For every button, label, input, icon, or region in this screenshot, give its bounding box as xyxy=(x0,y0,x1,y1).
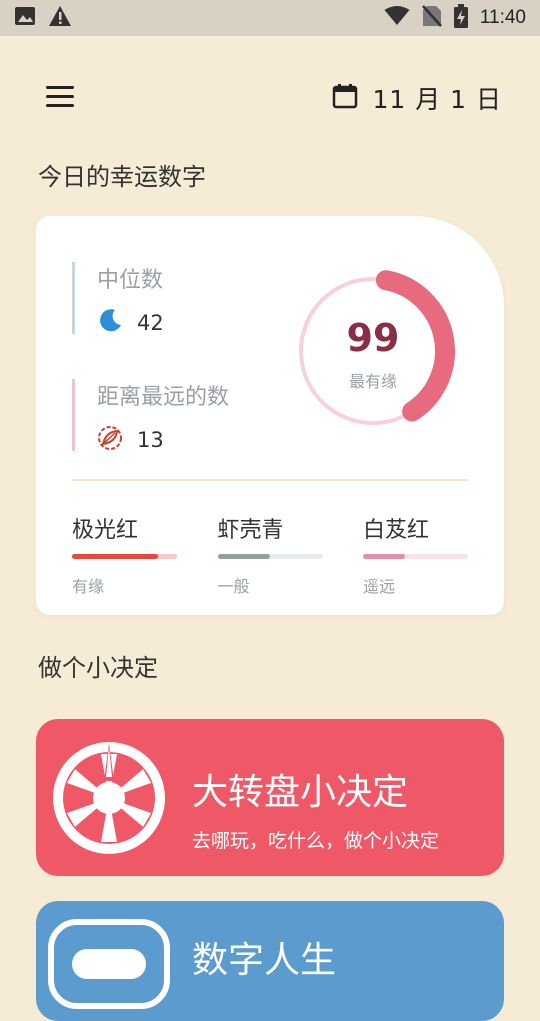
wheel-card-title: 大转盘小决定 xyxy=(192,772,409,813)
lucky-color-item: 极光红 有缘 xyxy=(72,512,177,597)
no-sim-icon xyxy=(421,5,442,31)
decision-section-title: 做个小决定 xyxy=(38,654,158,682)
date-display[interactable]: 11 月 1 日 xyxy=(332,80,502,116)
color-bar-track xyxy=(72,554,177,559)
color-name: 极光红 xyxy=(72,518,139,543)
median-label: 中位数 xyxy=(97,268,164,293)
color-bar-track xyxy=(363,554,468,559)
color-name: 白芨红 xyxy=(363,518,430,543)
number-life-title: 数字人生 xyxy=(192,940,337,981)
wifi-icon xyxy=(384,6,410,30)
median-value: 42 xyxy=(137,311,164,335)
lucky-color-item: 白芨红 遥远 xyxy=(363,512,468,597)
lucky-color-item: 虾壳青 一般 xyxy=(217,512,323,597)
color-level: 一般 xyxy=(217,577,250,596)
color-level: 有缘 xyxy=(72,577,105,596)
color-bar-fill xyxy=(363,554,405,559)
moon-icon xyxy=(97,308,123,338)
wheel-card-subtitle: 去哪玩，吃什么，做个小决定 xyxy=(192,830,440,852)
color-name: 虾壳青 xyxy=(217,518,284,543)
lucky-number-card[interactable]: 中位数 42 距离最远的数 13 99 最有缘 极光红 有缘 虾壳青 一般 白芨… xyxy=(36,216,504,615)
median-stat: 中位数 42 xyxy=(72,262,164,335)
color-bar-fill xyxy=(72,554,159,559)
color-level: 遥远 xyxy=(363,577,396,596)
farthest-value: 13 xyxy=(137,428,164,452)
farthest-label: 距离最远的数 xyxy=(97,385,230,410)
calendar-icon xyxy=(332,83,358,113)
card-divider xyxy=(72,479,468,481)
status-bar: 11:40 xyxy=(0,0,540,36)
wheel-decision-card[interactable]: 大转盘小决定 去哪玩，吃什么，做个小决定 xyxy=(36,719,504,876)
lucky-colors: 极光红 有缘 虾壳青 一般 白芨红 遥远 xyxy=(72,512,468,597)
farthest-stat: 距离最远的数 13 xyxy=(72,379,230,452)
number-life-card[interactable]: 数字人生 xyxy=(36,901,504,1021)
top-bar: 11 月 1 日 xyxy=(0,60,540,134)
best-number-value: 99 xyxy=(346,316,400,360)
color-bar-fill xyxy=(217,554,270,559)
menu-icon[interactable] xyxy=(44,86,76,110)
battery-charging-icon xyxy=(453,4,468,32)
color-bar-track xyxy=(217,554,323,559)
leaf-icon xyxy=(97,425,123,455)
wheel-icon xyxy=(48,737,170,863)
image-icon xyxy=(14,6,36,30)
alert-icon xyxy=(48,5,72,31)
number-card-icon xyxy=(48,919,170,1013)
best-number-caption: 最有缘 xyxy=(348,372,397,391)
date-text: 11 月 1 日 xyxy=(372,85,502,114)
clock-time: 11:40 xyxy=(479,7,526,28)
lucky-section-title: 今日的幸运数字 xyxy=(38,163,206,191)
